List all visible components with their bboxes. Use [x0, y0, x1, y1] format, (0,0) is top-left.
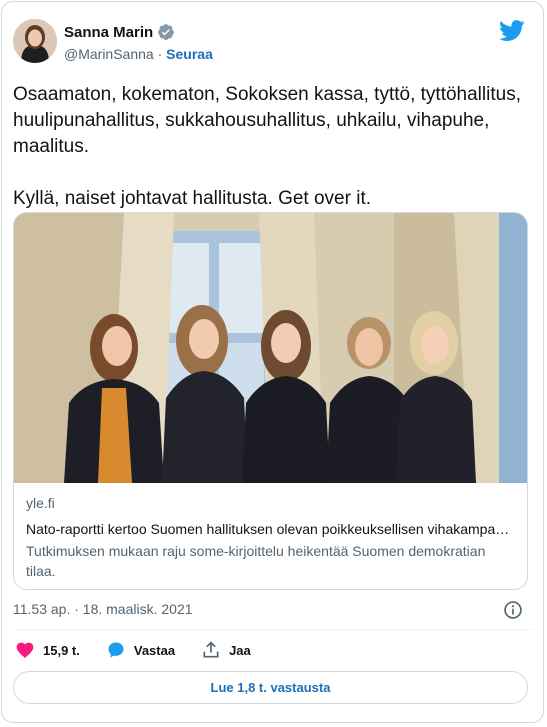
- link-preview-card[interactable]: yle.fi Nato-raportti kertoo Suomen halli…: [13, 212, 528, 590]
- share-icon: [203, 641, 219, 658]
- share-button[interactable]: Jaa: [201, 640, 251, 660]
- tweet-text: Osaamaton, kokematon, Sokoksen kassa, ty…: [13, 84, 521, 209]
- tweet-card: Sanna Marin @MarinSanna · Seuraa Osaamat…: [1, 1, 544, 723]
- follow-button[interactable]: Seuraa: [166, 46, 213, 62]
- read-replies-button[interactable]: Lue 1,8 t. vastausta: [13, 671, 528, 704]
- reply-button[interactable]: Vastaa: [106, 640, 175, 660]
- display-name[interactable]: Sanna Marin: [64, 24, 153, 41]
- divider: [13, 629, 532, 630]
- like-count: 15,9 t.: [43, 642, 80, 658]
- reply-bubble-icon: [108, 642, 124, 658]
- handle-row: @MarinSanna · Seuraa: [64, 46, 213, 62]
- like-button[interactable]: 15,9 t.: [15, 640, 80, 660]
- heart-icon: [16, 642, 34, 658]
- share-label: Jaa: [229, 642, 251, 658]
- action-bar: 15,9 t. Vastaa Jaa: [15, 640, 277, 660]
- link-description: Tutkimuksen mukaan raju some-kirjoittelu…: [26, 543, 486, 579]
- link-domain: yle.fi: [26, 495, 55, 511]
- link-title: Nato-raportti kertoo Suomen hallituksen …: [26, 521, 515, 537]
- author-name-row: Sanna Marin: [64, 23, 175, 41]
- timestamp[interactable]: 11.53 ap. · 18. maalisk. 2021: [13, 601, 193, 617]
- link-preview-image: [14, 213, 527, 483]
- avatar[interactable]: [13, 19, 57, 63]
- separator: ·: [153, 46, 167, 62]
- verified-badge-icon: [158, 24, 175, 40]
- link-meta: yle.fi Nato-raportti kertoo Suomen halli…: [26, 493, 515, 581]
- handle[interactable]: @MarinSanna: [64, 46, 154, 62]
- reply-label: Vastaa: [133, 642, 176, 658]
- twitter-bird-icon[interactable]: [499, 20, 525, 42]
- info-icon[interactable]: [503, 600, 523, 620]
